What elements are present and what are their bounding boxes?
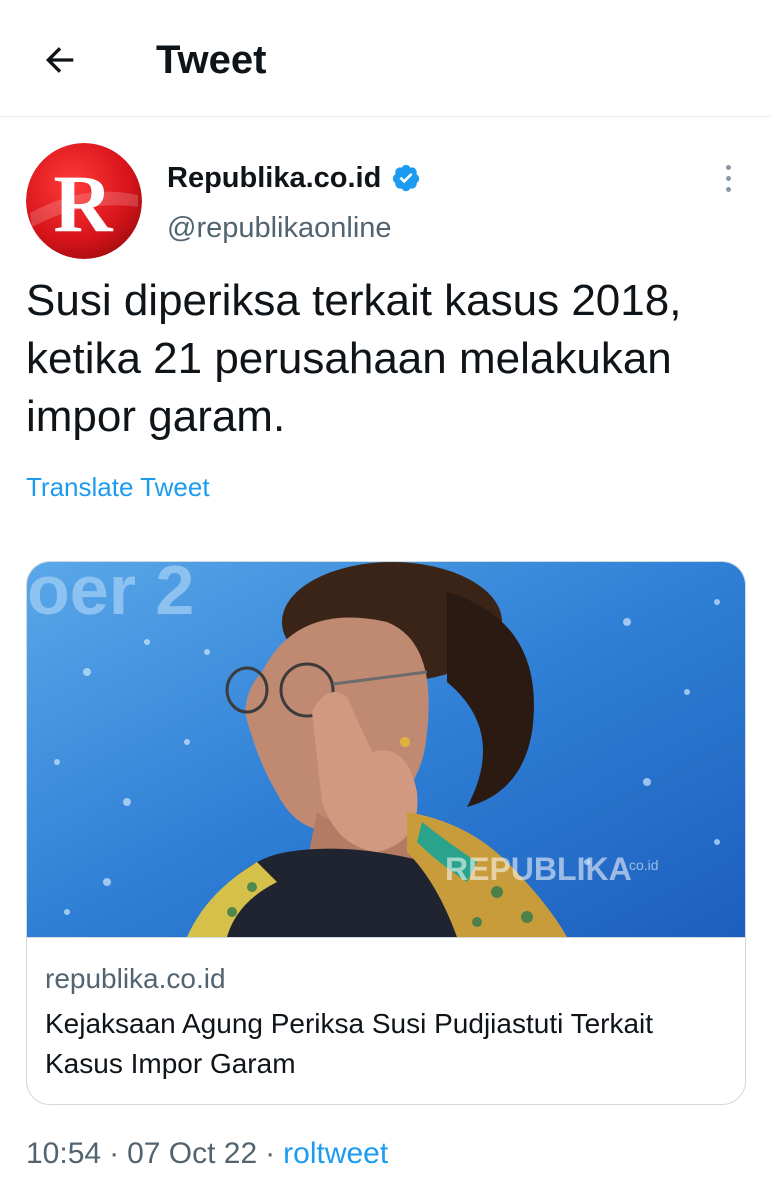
tweet-source[interactable]: roltweet	[283, 1134, 388, 1174]
top-bar: Tweet	[0, 0, 771, 117]
card-body: republika.co.id Kejaksaan Agung Periksa …	[27, 937, 745, 1104]
author-name[interactable]: Republika.co.id	[167, 160, 421, 196]
more-options-button[interactable]	[712, 160, 744, 196]
verified-badge-icon	[393, 164, 420, 192]
back-button[interactable]	[36, 36, 84, 84]
republika-logo: R	[26, 143, 142, 259]
page-title: Tweet	[156, 38, 267, 82]
meta-separator: ·	[109, 1137, 120, 1170]
link-preview-card[interactable]: oer 2 REPUBLIKA co.id republika.co.id Ke…	[26, 561, 746, 1105]
author-handle[interactable]: @republikaonline	[167, 210, 392, 246]
tweet-date[interactable]: 07 Oct 22	[127, 1134, 257, 1174]
translate-tweet-link[interactable]: Translate Tweet	[26, 470, 210, 504]
more-dot-icon	[725, 164, 731, 170]
card-title: Kejaksaan Agung Periksa Susi Pudjiastuti…	[45, 1008, 654, 1079]
card-watermark: REPUBLIKA	[445, 851, 632, 887]
tweet-meta: 10:54 · 07 Oct 22 · roltweet	[26, 1134, 388, 1174]
meta-separator: ·	[265, 1137, 276, 1170]
arrow-left-icon	[45, 47, 74, 73]
author-avatar[interactable]: R	[26, 143, 142, 259]
card-domain: republika.co.id	[45, 963, 226, 994]
card-watermark-suffix: co.id	[629, 857, 659, 873]
svg-text:oer 2: oer 2	[27, 562, 194, 629]
author-name-text: Republika.co.id	[167, 162, 382, 194]
tweet-time[interactable]: 10:54	[26, 1134, 101, 1174]
tweet-text: Susi diperiksa terkait kasus 2018, ketik…	[26, 276, 682, 441]
card-image: oer 2 REPUBLIKA co.id	[27, 562, 745, 937]
more-dot-icon	[725, 175, 731, 181]
more-dot-icon	[725, 186, 731, 192]
svg-text:R: R	[53, 158, 113, 249]
